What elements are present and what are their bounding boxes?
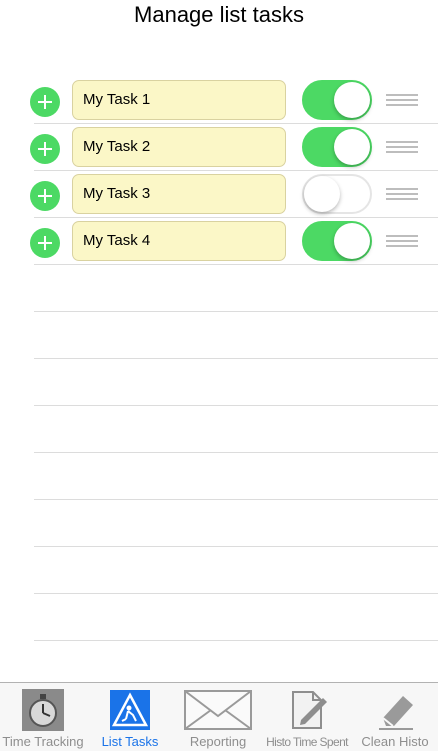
task-name-field[interactable]: My Task 3 [72,174,286,214]
tab-bar: Time Tracking List Tasks Reporting Histo… [0,682,438,751]
toggle-knob [334,129,370,165]
tab-label: Reporting [189,734,247,749]
task-enabled-toggle[interactable] [302,80,372,120]
plus-icon [38,236,52,250]
empty-row [34,453,438,500]
tab-label: List Tasks [101,734,159,749]
add-task-button[interactable] [30,134,60,164]
empty-row [34,500,438,547]
stopwatch-icon [22,689,64,731]
task-enabled-toggle[interactable] [302,221,372,261]
add-task-button[interactable] [30,181,60,211]
task-row: My Task 1 [30,77,438,124]
task-row: My Task 3 [30,171,438,218]
toggle-knob [334,82,370,118]
reorder-handle-icon[interactable] [386,141,418,153]
road-sign-icon [110,690,150,730]
tab-label: Clean Histo [361,734,429,749]
tab-list-tasks[interactable]: List Tasks [86,683,174,751]
task-name-field[interactable]: My Task 4 [72,221,286,261]
tab-label: Time Tracking [2,734,84,749]
tab-histo-time-spent[interactable]: Histo Time Spent [262,683,352,751]
toggle-knob [334,223,370,259]
plus-icon [38,142,52,156]
task-enabled-toggle[interactable] [302,127,372,167]
task-row: My Task 2 [30,124,438,171]
toggle-knob [304,176,340,212]
envelope-icon [184,690,252,730]
plus-icon [38,189,52,203]
empty-row [34,312,438,359]
empty-row [34,594,438,641]
empty-row [34,547,438,594]
task-name-field[interactable]: My Task 1 [72,80,286,120]
tab-reporting[interactable]: Reporting [174,683,262,751]
tab-time-tracking[interactable]: Time Tracking [0,683,86,751]
reorder-handle-icon[interactable] [386,94,418,106]
page-title: Manage list tasks [134,2,304,27]
task-enabled-toggle[interactable] [302,174,372,214]
reorder-handle-icon[interactable] [386,235,418,247]
tab-clean-histo[interactable]: Clean Histo [352,683,438,751]
empty-row [34,265,438,312]
add-task-button[interactable] [30,87,60,117]
eraser-icon [379,696,413,730]
task-name-field[interactable]: My Task 2 [72,127,286,167]
reorder-handle-icon[interactable] [386,188,418,200]
task-row: My Task 4 [30,218,438,265]
empty-row [34,406,438,453]
add-task-button[interactable] [30,228,60,258]
plus-icon [38,95,52,109]
task-list: My Task 1 My Task 2 My Task 3 My Task 4 [0,77,438,641]
tab-label: Histo Time Spent [266,735,348,749]
document-edit-icon [292,691,327,729]
empty-row [34,359,438,406]
